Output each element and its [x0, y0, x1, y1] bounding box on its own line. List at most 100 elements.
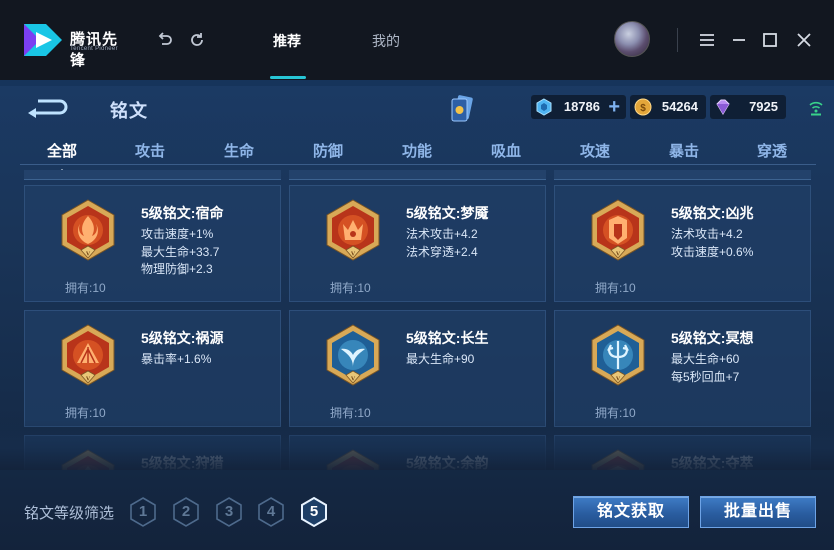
batch-sell-button[interactable]: 批量出售 — [700, 496, 816, 528]
purple-diamond-icon — [716, 99, 730, 115]
inscription-stat: 法术攻击+4.2 — [406, 227, 478, 241]
level-filter-2[interactable]: 2 — [171, 496, 201, 528]
trident-emblem-icon: V — [589, 323, 647, 389]
inscription-stat: 法术攻击+4.2 — [671, 227, 743, 241]
inscription-grid[interactable]: V 5级铭文:宿命 攻击速度+1% 最大生命+33.7 物理防御+2.3 拥有:10 V 5级… — [0, 170, 834, 470]
level-number: 4 — [266, 503, 276, 520]
inscription-name: 5级铭文:宿命 — [141, 205, 224, 221]
signal-icon — [808, 98, 824, 116]
inscription-panel: 铭文 18786 + $ 54264 7925 全部 攻击 生命 防御 功能 吸… — [0, 80, 834, 550]
card-edge — [24, 170, 281, 180]
level-filter-4[interactable]: 4 — [256, 496, 286, 528]
inscription-card[interactable]: V 5级铭文:凶兆 法术攻击+4.2 攻击速度+0.6% 拥有:10 — [554, 185, 811, 302]
level-filter-1[interactable]: 1 — [128, 496, 158, 528]
maximize-icon[interactable] — [759, 29, 781, 51]
owned-count: 拥有:10 — [330, 281, 371, 295]
owned-count: 拥有:10 — [65, 281, 106, 295]
flame-emblem-icon: V — [59, 198, 117, 264]
category-tab-crit[interactable]: 暴击 — [669, 140, 699, 161]
level-filter-5[interactable]: 5 — [299, 496, 329, 528]
active-category-indicator — [45, 162, 79, 175]
inscription-stat: 最大生命+60 — [671, 352, 740, 366]
svg-text:V: V — [86, 377, 91, 383]
add-gem-button[interactable]: + — [608, 97, 620, 117]
svg-text:V: V — [351, 252, 356, 258]
scroll-fade — [0, 420, 834, 470]
inscription-stats: 最大生命+60 每5秒回血+7 — [671, 351, 739, 386]
gold-value: 54264 — [661, 99, 698, 114]
category-divider — [20, 164, 816, 165]
card-deck-icon[interactable] — [447, 94, 475, 124]
svg-text:$: $ — [640, 103, 646, 114]
undo-icon[interactable] — [155, 30, 175, 50]
category-tab-lifesteal[interactable]: 吸血 — [491, 140, 521, 161]
inscription-name: 5级铭文:梦魇 — [406, 205, 489, 221]
inscription-stat: 物理防御+2.3 — [141, 262, 213, 276]
level-number: 1 — [138, 503, 148, 520]
category-tab-utility[interactable]: 功能 — [402, 140, 432, 161]
level-number: 3 — [224, 503, 234, 520]
inscription-card[interactable]: V 5级铭文:长生 最大生命+90 拥有:10 — [289, 310, 546, 427]
level-filter-label: 铭文等级筛选 — [24, 505, 115, 522]
user-avatar[interactable] — [614, 21, 650, 57]
category-tab-penetration[interactable]: 穿透 — [757, 140, 787, 161]
category-tab-defense[interactable]: 防御 — [313, 140, 343, 161]
obtain-inscription-button[interactable]: 铭文获取 — [573, 496, 689, 528]
crown-emblem-icon: V — [589, 198, 647, 264]
close-icon[interactable] — [793, 29, 815, 51]
inscription-stat: 最大生命+90 — [406, 352, 475, 366]
inscription-name: 5级铭文:祸源 — [141, 330, 224, 346]
card-edge — [289, 170, 546, 180]
inscription-stats: 最大生命+90 — [406, 351, 474, 369]
inscription-stat: 法术穿透+2.4 — [406, 244, 478, 259]
inscription-stats: 暴击率+1.6% — [141, 351, 211, 369]
inscription-stat: 每5秒回血+7 — [671, 369, 740, 384]
level-filter-3[interactable]: 3 — [214, 496, 244, 528]
blue-gem-icon — [536, 98, 552, 116]
minimize-icon[interactable] — [728, 29, 750, 51]
owned-count: 拥有:10 — [595, 281, 636, 295]
refresh-icon[interactable] — [187, 30, 207, 50]
inscription-card[interactable]: V 5级铭文:宿命 攻击速度+1% 最大生命+33.7 物理防御+2.3 拥有:10 — [24, 185, 281, 302]
svg-text:V: V — [616, 377, 621, 383]
inscription-card[interactable]: V 5级铭文:梦魇 法术攻击+4.2 法术穿透+2.4 拥有:10 — [289, 185, 546, 302]
category-tab-attack[interactable]: 攻击 — [135, 140, 165, 161]
category-tab-all[interactable]: 全部 — [47, 140, 77, 161]
gem-value: 18786 — [563, 99, 600, 114]
whale-tail-emblem-icon: V — [324, 323, 382, 389]
category-tab-attack-speed[interactable]: 攻速 — [580, 140, 610, 161]
tab-mine[interactable]: 我的 — [372, 31, 400, 51]
svg-text:V: V — [616, 252, 621, 258]
level-number: 2 — [181, 503, 191, 520]
gold-counter: $ 54264 — [630, 95, 706, 119]
owned-count: 拥有:10 — [65, 406, 106, 420]
inscription-card[interactable]: V 5级铭文:祸源 暴击率+1.6% 拥有:10 — [24, 310, 281, 427]
back-arrow-icon[interactable] — [26, 96, 72, 118]
inscription-stat: 最大生命+33.7 — [141, 244, 220, 259]
tab-recommend[interactable]: 推荐 — [273, 31, 301, 51]
category-tab-health[interactable]: 生命 — [224, 140, 254, 161]
gem-counter: 18786 + — [531, 95, 626, 119]
inscription-stat: 暴击率+1.6% — [141, 352, 212, 366]
owned-count: 拥有:10 — [330, 406, 371, 420]
page-title: 铭文 — [110, 101, 148, 121]
card-edge — [554, 170, 811, 180]
fan-emblem-icon: V — [59, 323, 117, 389]
menu-icon[interactable] — [696, 29, 718, 51]
inscription-name: 5级铭文:长生 — [406, 330, 489, 346]
gold-coin-icon: $ — [634, 98, 652, 116]
app-subtitle: Tencent Pioneer — [70, 46, 118, 52]
level-number: 5 — [309, 503, 319, 520]
inscription-name: 5级铭文:凶兆 — [671, 205, 754, 221]
inscription-name: 5级铭文:冥想 — [671, 330, 754, 346]
inscription-stats: 法术攻击+4.2 攻击速度+0.6% — [671, 226, 753, 261]
app-logo: 腾讯先锋 Tencent Pioneer — [22, 20, 132, 69]
diamond-value: 7925 — [749, 99, 778, 114]
inscription-card[interactable]: V 5级铭文:冥想 最大生命+60 每5秒回血+7 拥有:10 — [554, 310, 811, 427]
diamond-counter: 7925 — [710, 95, 786, 119]
divider — [677, 28, 678, 52]
inscription-stats: 攻击速度+1% 最大生命+33.7 物理防御+2.3 — [141, 226, 219, 279]
inscription-stat: 攻击速度+0.6% — [671, 244, 754, 259]
inscription-stat: 攻击速度+1% — [141, 227, 214, 241]
app-titlebar: 腾讯先锋 Tencent Pioneer 推荐 我的 — [0, 0, 834, 80]
